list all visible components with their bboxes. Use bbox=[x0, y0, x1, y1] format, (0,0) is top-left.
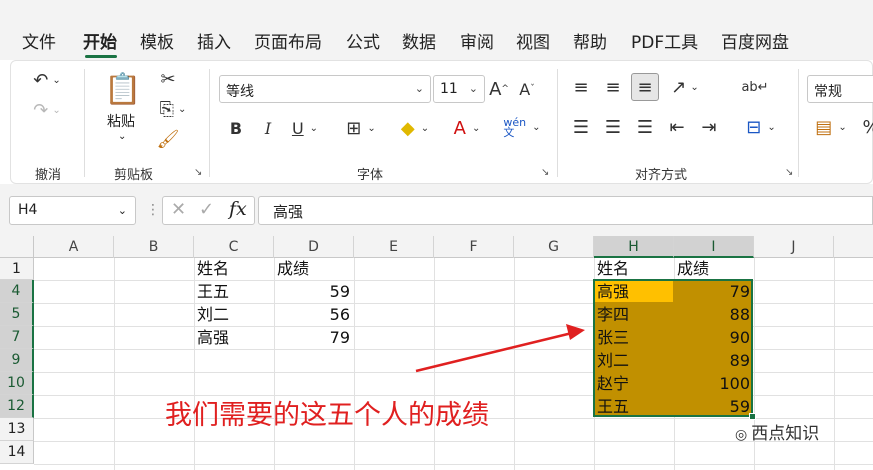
annotation-text: 我们需要的这五个人的成绩 bbox=[165, 400, 489, 431]
watermark-text: 西点知识 bbox=[751, 424, 820, 444]
wechat-icon: ◎ bbox=[735, 427, 748, 443]
watermark: ◎ 西点知识 bbox=[735, 419, 819, 444]
